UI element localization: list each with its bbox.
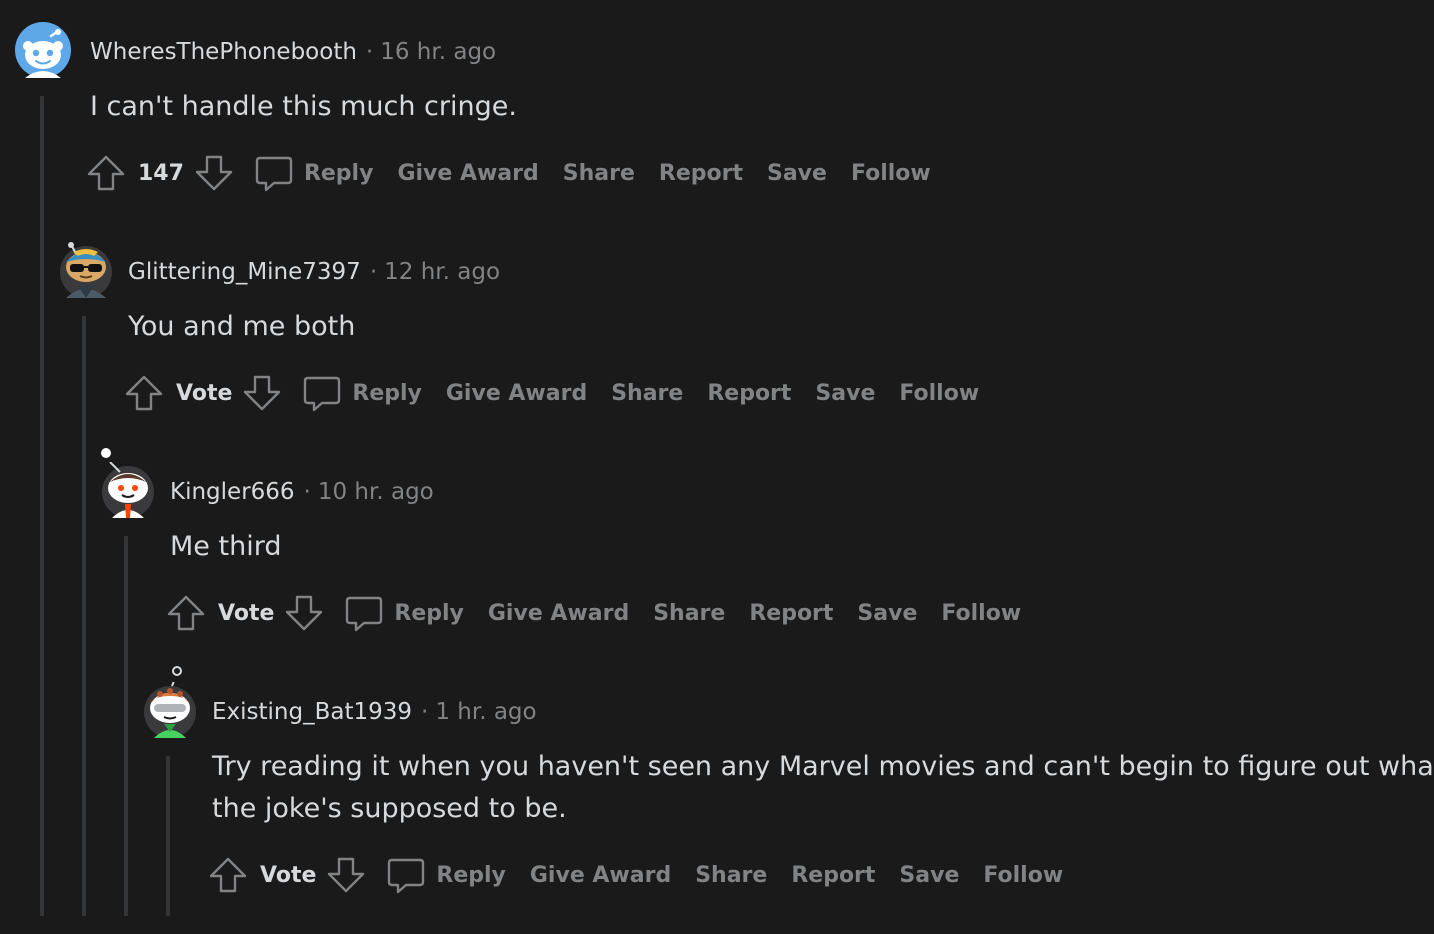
- save-button[interactable]: Save: [899, 863, 959, 888]
- comment-body: Me third: [170, 531, 282, 562]
- speech-bubble-icon[interactable]: [302, 373, 342, 413]
- downvote-arrow-icon[interactable]: [194, 153, 234, 193]
- follow-button[interactable]: Follow: [941, 601, 1021, 626]
- comment-meta: Kingler666 · 10 hr. ago: [170, 477, 434, 507]
- username-link[interactable]: Glittering_Mine7397: [128, 259, 361, 285]
- meta-separator: ·: [369, 259, 378, 285]
- comment-actions: 147 Reply Give Award Share Report Save F…: [86, 151, 931, 195]
- comment-body: You and me both: [128, 311, 356, 342]
- save-button[interactable]: Save: [815, 381, 875, 406]
- downvote-arrow-icon[interactable]: [242, 373, 282, 413]
- avatar[interactable]: [15, 22, 71, 78]
- report-button[interactable]: Report: [749, 601, 833, 626]
- give-award-button[interactable]: Give Award: [397, 161, 538, 186]
- follow-button[interactable]: Follow: [851, 161, 931, 186]
- report-button[interactable]: Report: [659, 161, 743, 186]
- avatar[interactable]: [100, 448, 156, 518]
- comment-actions: Vote Reply Give Award Share Report Save …: [208, 853, 1063, 897]
- timestamp-link[interactable]: 10 hr. ago: [318, 479, 434, 505]
- comment-meta: WheresThePhonebooth · 16 hr. ago: [90, 37, 496, 67]
- save-button[interactable]: Save: [767, 161, 827, 186]
- timestamp-link[interactable]: 12 hr. ago: [384, 259, 500, 285]
- upvote-arrow-icon[interactable]: [124, 373, 164, 413]
- username-link[interactable]: Existing_Bat1939: [212, 699, 412, 725]
- comment-meta: Existing_Bat1939 · 1 hr. ago: [212, 697, 537, 727]
- speech-bubble-icon[interactable]: [254, 153, 294, 193]
- username-link[interactable]: WheresThePhonebooth: [90, 39, 357, 65]
- upvote-arrow-icon[interactable]: [166, 593, 206, 633]
- vote-count: 147: [138, 160, 184, 186]
- comment-actions: Vote Reply Give Award Share Report Save …: [124, 371, 979, 415]
- reply-button[interactable]: Reply: [394, 601, 464, 626]
- reply-button[interactable]: Reply: [436, 863, 506, 888]
- snoo-avatar-icon: [102, 462, 154, 518]
- report-button[interactable]: Report: [791, 863, 875, 888]
- save-button[interactable]: Save: [857, 601, 917, 626]
- thread-line-level-3[interactable]: [124, 536, 128, 916]
- downvote-arrow-icon[interactable]: [284, 593, 324, 633]
- vote-count: Vote: [218, 600, 275, 626]
- comment-actions: Vote Reply Give Award Share Report Save …: [166, 591, 1021, 635]
- give-award-button[interactable]: Give Award: [530, 863, 671, 888]
- upvote-arrow-icon[interactable]: [208, 855, 248, 895]
- reply-button[interactable]: Reply: [304, 161, 374, 186]
- snoo-avatar-icon: [60, 242, 112, 298]
- reply-button[interactable]: Reply: [352, 381, 422, 406]
- antenna-ball-icon: [172, 666, 182, 676]
- thread-line-level-2[interactable]: [82, 316, 86, 916]
- comment-body: Try reading it when you haven't seen any…: [212, 746, 1434, 830]
- share-button[interactable]: Share: [653, 601, 725, 626]
- follow-button[interactable]: Follow: [899, 381, 979, 406]
- comment-thread: WheresThePhonebooth · 16 hr. ago I can't h…: [0, 0, 1434, 934]
- username-link[interactable]: Kingler666: [170, 479, 295, 505]
- meta-separator: ·: [303, 479, 311, 505]
- meta-separator: ·: [365, 39, 374, 65]
- antenna-ball-icon: [101, 448, 111, 458]
- snoo-avatar-icon: [144, 682, 196, 738]
- speech-bubble-icon[interactable]: [386, 855, 426, 895]
- share-button[interactable]: Share: [563, 161, 635, 186]
- avatar[interactable]: [142, 666, 198, 738]
- timestamp-link[interactable]: 16 hr. ago: [380, 39, 496, 65]
- give-award-button[interactable]: Give Award: [488, 601, 629, 626]
- comment-body-line: the joke's supposed to be.: [212, 793, 567, 824]
- speech-bubble-icon[interactable]: [344, 593, 384, 633]
- thread-line-level-4[interactable]: [166, 756, 170, 916]
- comment-meta: Glittering_Mine7397 · 12 hr. ago: [128, 257, 500, 287]
- timestamp-link[interactable]: 1 hr. ago: [435, 699, 536, 725]
- downvote-arrow-icon[interactable]: [326, 855, 366, 895]
- snoo-avatar-icon: [15, 22, 71, 78]
- comment-body-line: Try reading it when you haven't seen any…: [212, 751, 1434, 782]
- report-button[interactable]: Report: [707, 381, 791, 406]
- thread-line-level-1[interactable]: [40, 96, 44, 916]
- avatar[interactable]: [58, 242, 114, 298]
- vote-count: Vote: [260, 862, 317, 888]
- share-button[interactable]: Share: [611, 381, 683, 406]
- comment-body: I can't handle this much cringe.: [90, 91, 517, 122]
- share-button[interactable]: Share: [695, 863, 767, 888]
- give-award-button[interactable]: Give Award: [446, 381, 587, 406]
- meta-separator: ·: [421, 699, 429, 725]
- follow-button[interactable]: Follow: [983, 863, 1063, 888]
- upvote-arrow-icon[interactable]: [86, 153, 126, 193]
- vote-count: Vote: [176, 380, 233, 406]
